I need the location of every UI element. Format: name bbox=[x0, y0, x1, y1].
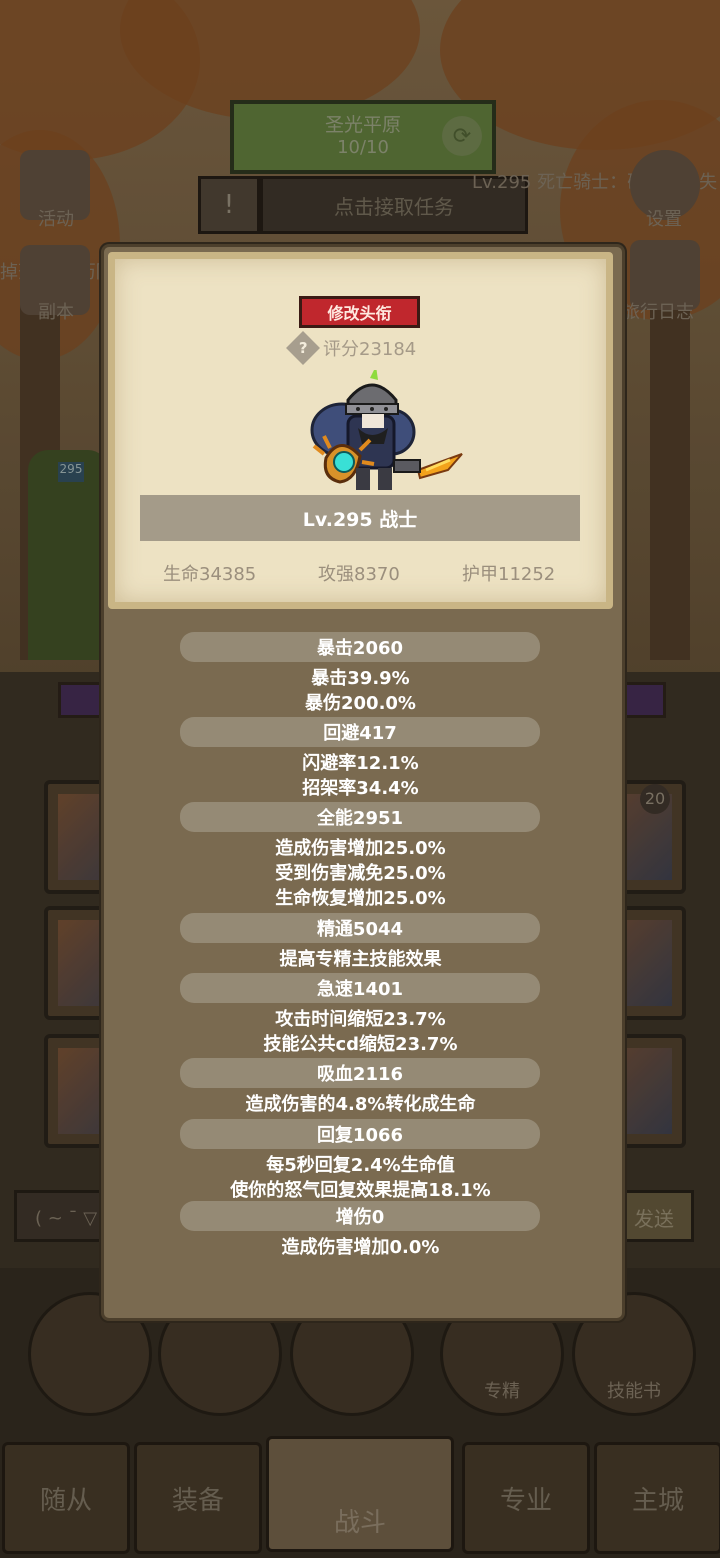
attack-stat: 攻强8370 bbox=[318, 564, 400, 585]
attr-detail: 暴伤200.0% bbox=[305, 693, 416, 714]
attr-header-avoidance: 回避417 bbox=[180, 717, 540, 747]
attr-detail: 造成伤害增加0.0% bbox=[281, 1237, 440, 1258]
attr-detail: 造成伤害增加25.0% bbox=[275, 838, 446, 859]
attr-detail: 技能公共cd缩短23.7% bbox=[263, 1034, 458, 1055]
change-title-button[interactable]: 修改头衔 bbox=[299, 296, 420, 328]
attr-header-haste: 急速1401 bbox=[180, 973, 540, 1003]
warrior-character bbox=[310, 370, 463, 490]
attr-detail: 提高专精主技能效果 bbox=[279, 949, 442, 970]
score-text: 评分23184 bbox=[323, 339, 417, 360]
hp-stat: 生命34385 bbox=[163, 564, 257, 585]
help-icon[interactable]: ? bbox=[286, 331, 320, 365]
attr-detail: 闪避率12.1% bbox=[302, 753, 419, 774]
attr-header-versatility: 全能2951 bbox=[180, 802, 540, 832]
attr-detail: 攻击时间缩短23.7% bbox=[275, 1009, 446, 1030]
hero-name-banner: Lv.295 战士 bbox=[140, 495, 580, 541]
attr-header-damage-bonus: 增伤0 bbox=[180, 1201, 540, 1231]
attr-header-crit: 暴击2060 bbox=[180, 632, 540, 662]
attr-detail: 受到伤害减免25.0% bbox=[275, 863, 446, 884]
attr-detail: 使你的怒气回复效果提高18.1% bbox=[230, 1180, 491, 1201]
attr-header-mastery: 精通5044 bbox=[180, 913, 540, 943]
attr-header-leech: 吸血2116 bbox=[180, 1058, 540, 1088]
score-row: ? 评分23184 bbox=[286, 331, 417, 365]
attr-detail: 每5秒回复2.4%生命值 bbox=[266, 1155, 455, 1176]
attr-detail: 招架率34.4% bbox=[302, 778, 419, 799]
armor-stat: 护甲11252 bbox=[462, 564, 556, 585]
attr-detail: 暴击39.9% bbox=[311, 668, 410, 689]
attr-detail: 造成伤害的4.8%转化成生命 bbox=[245, 1094, 476, 1115]
attr-detail: 生命恢复增加25.0% bbox=[275, 888, 446, 909]
attr-header-regen: 回复1066 bbox=[180, 1119, 540, 1149]
